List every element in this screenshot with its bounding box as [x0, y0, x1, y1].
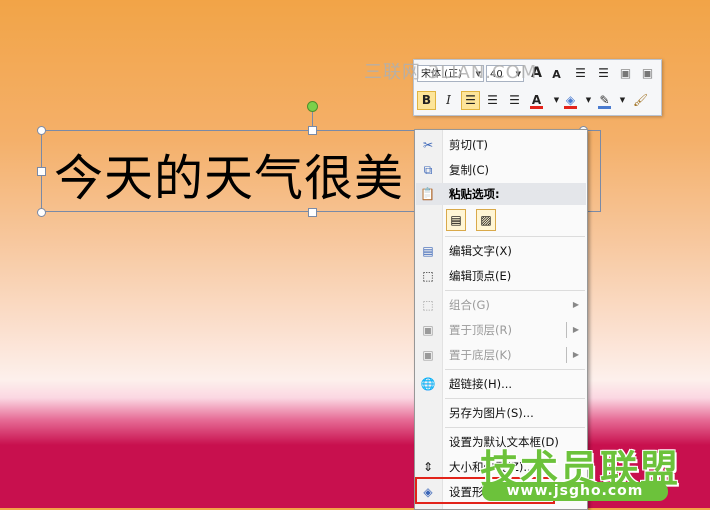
menu-separator [445, 427, 585, 428]
resize-handle-left[interactable] [37, 167, 46, 176]
split-divider [566, 322, 567, 338]
textbox-text[interactable]: 今天的天气很美 [54, 139, 404, 210]
menu-item-edit-text[interactable]: ▤ 编辑文字(X) [415, 239, 587, 263]
align-right-icon: ☰ [509, 93, 520, 107]
menu-separator [445, 369, 585, 370]
italic-button[interactable]: I [439, 91, 458, 110]
paste-options-label: 粘贴选项: [449, 187, 500, 201]
align-center-button[interactable]: ☰ [483, 91, 502, 110]
copy-icon: ⧉ [423, 163, 433, 177]
send-to-back-icon: ▣ [422, 348, 434, 362]
menu-item-hyperlink[interactable]: 🌐 超链接(H)... [415, 372, 587, 396]
fill-color-swatch [564, 106, 577, 109]
menu-item-group[interactable]: ⬚ 组合(G) ▶ [415, 293, 587, 317]
menu-separator [445, 398, 585, 399]
increase-indent-button[interactable]: ☰ [594, 64, 613, 83]
scissors-icon: ✂ [422, 138, 434, 152]
paintbrush-icon: 🖌 [632, 93, 649, 107]
size-position-icon: ⇕ [422, 460, 434, 474]
align-left-icon: ☰ [465, 93, 476, 107]
menu-item-label: 编辑文字(X) [449, 244, 512, 258]
menu-separator [445, 236, 585, 237]
menu-item-label: 置于顶层(R) [449, 323, 512, 337]
picture-icon: ▨ [480, 213, 492, 227]
group-icon: ⬚ [422, 298, 434, 312]
align-center-icon: ☰ [487, 93, 498, 107]
document-icon: ▤ [450, 213, 462, 227]
rotate-handle[interactable] [307, 101, 318, 112]
menu-item-label: 超链接(H)... [449, 377, 513, 391]
watermark: 三联网 3LIAN.COM [364, 62, 538, 83]
decrease-indent-icon: ☰ [575, 66, 586, 80]
format-painter-button[interactable]: 🖌 [631, 91, 650, 110]
shrink-font-icon: A [552, 68, 561, 81]
submenu-arrow-icon: ▶ [572, 325, 579, 334]
paste-as-picture-button[interactable]: ▨ [476, 209, 496, 231]
align-right-button[interactable]: ☰ [505, 91, 524, 110]
menu-item-label: 编辑顶点(E) [449, 269, 512, 283]
menu-item-edit-points[interactable]: ⬚ 编辑顶点(E) [415, 264, 587, 288]
menu-item-copy[interactable]: ⧉ 复制(C) [415, 158, 587, 182]
pencil-icon: ✎ [599, 93, 610, 107]
menu-item-label: 另存为图片(S)... [449, 406, 534, 420]
resize-handle-top[interactable] [308, 126, 317, 135]
font-color-icon: A [531, 93, 542, 107]
shape-outline-button[interactable]: ✎ [595, 91, 614, 110]
clipboard-icon: 📋 [420, 187, 435, 201]
bring-to-front-icon: ▣ [422, 323, 434, 337]
font-color-button[interactable]: A [527, 91, 546, 110]
menu-item-label: 置于底层(K) [449, 348, 512, 362]
edit-text-icon: ▤ [422, 244, 434, 258]
chevron-down-icon: ▼ [585, 96, 592, 104]
resize-handle-bottom[interactable] [308, 208, 317, 217]
paint-bucket-icon: ◈ [565, 93, 576, 107]
menu-item-label: 剪切(T) [449, 138, 488, 152]
bold-icon: B [421, 93, 432, 107]
increase-indent-icon: ☰ [598, 66, 609, 80]
menu-item-label: 复制(C) [449, 163, 490, 177]
shape-outline-dropdown[interactable]: ▼ [613, 91, 632, 110]
split-divider [566, 347, 567, 363]
menu-item-label: 组合(G) [449, 298, 490, 312]
font-color-swatch [530, 106, 543, 109]
menu-item-send-to-back[interactable]: ▣ 置于底层(K) ▶ [415, 343, 587, 367]
paste-keep-text-button[interactable]: ▤ [446, 209, 466, 231]
send-backward-button[interactable]: ▣ [638, 64, 657, 83]
menu-separator [445, 290, 585, 291]
resize-handle-bottom-left[interactable] [37, 208, 46, 217]
decrease-indent-button[interactable]: ☰ [571, 64, 590, 83]
shape-fill-button[interactable]: ◈ [561, 91, 580, 110]
italic-icon: I [446, 93, 451, 107]
submenu-arrow-icon: ▶ [572, 300, 579, 309]
menu-item-bring-to-front[interactable]: ▣ 置于顶层(R) ▶ [415, 318, 587, 342]
bring-forward-icon: ▣ [619, 66, 632, 80]
logo-url: www.jsgho.com [482, 482, 668, 501]
chevron-down-icon: ▼ [619, 96, 626, 104]
paste-options-header: 📋 粘贴选项: [416, 183, 586, 205]
menu-item-save-as-picture[interactable]: 另存为图片(S)... [415, 401, 587, 425]
globe-link-icon: 🌐 [420, 377, 436, 391]
resize-handle-top-left[interactable] [37, 126, 46, 135]
submenu-arrow-icon: ▶ [572, 350, 579, 359]
bold-button[interactable]: B [417, 91, 436, 110]
shrink-font-button[interactable]: A [547, 65, 566, 84]
edit-points-icon: ⬚ [422, 269, 434, 283]
menu-item-cut[interactable]: ✂ 剪切(T) [415, 133, 587, 157]
align-left-button[interactable]: ☰ [461, 91, 480, 110]
outline-color-swatch [598, 106, 611, 109]
bring-forward-button[interactable]: ▣ [616, 64, 635, 83]
send-backward-icon: ▣ [641, 66, 654, 80]
chevron-down-icon: ▼ [553, 96, 560, 104]
